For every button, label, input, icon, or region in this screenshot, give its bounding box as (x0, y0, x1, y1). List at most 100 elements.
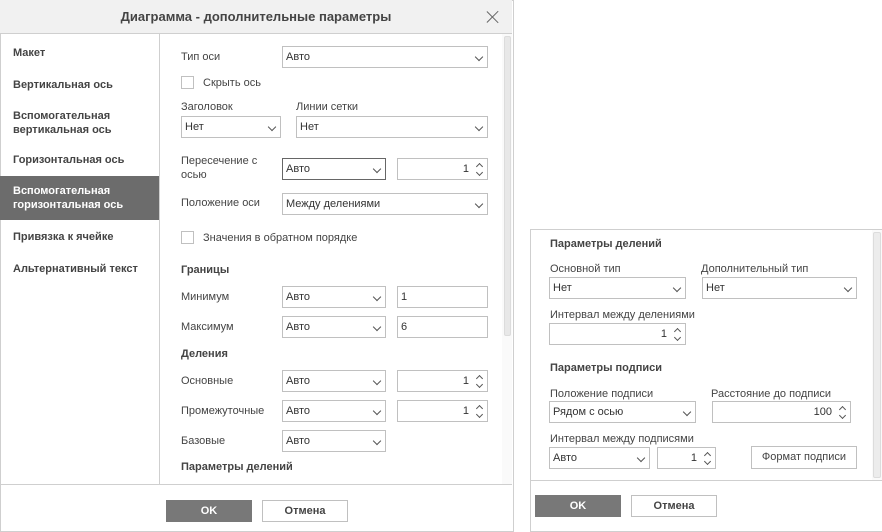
tick-params-heading: Параметры делений (181, 461, 293, 473)
base-unit-select[interactable]: Авто (282, 430, 386, 452)
minor-unit-label: Промежуточные (181, 405, 265, 417)
reverse-order-checkbox[interactable] (181, 231, 194, 244)
chevron-down-icon (474, 122, 484, 132)
scrollbar-thumb[interactable] (504, 36, 511, 336)
chevron-down-icon (372, 164, 382, 174)
chevron-down-icon (474, 52, 484, 62)
major-unit-select[interactable]: Авто (282, 370, 386, 392)
reverse-order-label: Значения в обратном порядке (203, 232, 358, 244)
minor-type-select[interactable]: Нет (702, 277, 857, 299)
axis-crosses-number[interactable]: 1 (397, 158, 488, 180)
label-distance-label: Расстояние до подписи (711, 388, 832, 400)
label-position-value: Рядом с осью (553, 406, 624, 418)
sidebar: Макет Вертикальная ось Вспомогательная в… (0, 34, 160, 484)
label-interval-select[interactable]: Авто (549, 447, 650, 469)
sidebar-item-horizontal-axis[interactable]: Горизонтальная ось (0, 146, 159, 174)
minor-type-value: Нет (706, 282, 725, 294)
chevron-down-icon[interactable] (474, 412, 484, 421)
minimum-select[interactable]: Авто (282, 286, 386, 308)
minor-unit-number[interactable]: 1 (397, 400, 488, 422)
major-unit-label: Основные (181, 375, 234, 387)
sidebar-item-alt-text[interactable]: Альтернативный текст (0, 254, 159, 284)
sidebar-item-cell-snapping[interactable]: Привязка к ячейке (0, 222, 159, 252)
label-position-select[interactable]: Рядом с осью (549, 401, 696, 423)
minimum-value: Авто (286, 291, 310, 303)
tick-interval-value: 1 (660, 328, 667, 340)
axis-crosses-select[interactable]: Авто (282, 158, 386, 180)
label-distance-number[interactable]: 100 (712, 401, 851, 423)
hide-axis-label: Скрыть ось (203, 77, 261, 89)
chevron-down-icon (372, 376, 382, 386)
major-type-value: Нет (553, 282, 572, 294)
major-type-label: Основной тип (550, 263, 621, 275)
close-icon[interactable] (484, 8, 502, 26)
chevron-down-icon (682, 407, 692, 417)
label-distance-value: 100 (813, 406, 832, 418)
dialog-footer: OK Отмена (0, 484, 512, 532)
label-interval-number[interactable]: 1 (657, 447, 716, 469)
axis-crosses-number-value: 1 (462, 163, 469, 175)
axis-type-value: Авто (286, 51, 310, 63)
axis-crosses-value: Авто (286, 163, 310, 175)
sidebar-item-layout[interactable]: Макет (0, 38, 159, 68)
axis-title-value: Нет (185, 121, 204, 133)
bounds-heading: Границы (181, 264, 230, 276)
base-unit-value: Авто (286, 435, 310, 447)
label-format-button[interactable]: Формат подписи (751, 446, 857, 469)
chevron-down-icon (267, 122, 277, 132)
chevron-down-icon (672, 283, 682, 293)
axis-position-label: Положение оси (181, 197, 260, 209)
chevron-down-icon (372, 406, 382, 416)
axis-crosses-label: Пересечение с осью (181, 155, 258, 181)
sidebar-item-secondary-vertical-axis[interactable]: Вспомогательная вертикальная ось (0, 106, 159, 140)
axis-type-select[interactable]: Авто (282, 46, 488, 68)
minor-type-label: Дополнительный тип (701, 263, 809, 275)
minimum-number[interactable]: 1 (397, 286, 488, 308)
sidebar-item-vertical-axis[interactable]: Вертикальная ось (0, 70, 159, 100)
axis-title-label: Заголовок (181, 101, 233, 113)
tick-params-heading-2: Параметры делений (550, 238, 662, 250)
axis-position-value: Между делениями (286, 198, 381, 210)
major-type-select[interactable]: Нет (549, 277, 686, 299)
chevron-down-icon[interactable] (474, 382, 484, 391)
axis-title-select[interactable]: Нет (181, 116, 281, 138)
ok-button-2[interactable]: OK (535, 495, 621, 517)
minor-unit-number-value: 1 (462, 405, 469, 417)
gridlines-label: Линии сетки (296, 101, 359, 113)
gridlines-select[interactable]: Нет (296, 116, 488, 138)
gridlines-value: Нет (300, 121, 319, 133)
scrollbar-thumb-2[interactable] (873, 232, 881, 478)
sidebar-item-secondary-horizontal-axis[interactable]: Вспомогательная горизонтальная ось (0, 176, 159, 220)
major-unit-value: Авто (286, 375, 310, 387)
tick-interval-number[interactable]: 1 (549, 323, 686, 345)
chevron-down-icon (372, 436, 382, 446)
maximum-value: Авто (286, 321, 310, 333)
maximum-number[interactable]: 6 (397, 316, 488, 338)
chevron-down-icon[interactable] (702, 459, 712, 468)
maximum-select[interactable]: Авто (282, 316, 386, 338)
ok-button[interactable]: OK (166, 500, 252, 522)
chevron-down-icon (843, 283, 853, 293)
dialog-title: Диаграмма - дополнительные параметры (120, 9, 392, 24)
chevron-down-icon (636, 453, 646, 463)
maximum-label: Максимум (181, 321, 234, 333)
settings-content: Тип оси Авто Скрыть ось Заголовок Линии … (161, 34, 501, 484)
chevron-down-icon[interactable] (837, 413, 847, 422)
chevron-down-icon (372, 292, 382, 302)
cancel-button-2[interactable]: Отмена (631, 495, 717, 517)
hide-axis-checkbox[interactable] (181, 76, 194, 89)
label-interval-number-value: 1 (690, 452, 697, 464)
minor-unit-select[interactable]: Авто (282, 400, 386, 422)
chevron-down-icon[interactable] (672, 335, 682, 344)
chevron-down-icon (372, 322, 382, 332)
major-unit-number-value: 1 (462, 375, 469, 387)
minor-unit-value: Авто (286, 405, 310, 417)
axis-position-select[interactable]: Между делениями (282, 193, 488, 215)
cancel-button[interactable]: Отмена (262, 500, 348, 522)
dialog-footer-2: OK Отмена (531, 480, 882, 532)
base-unit-label: Базовые (181, 435, 226, 447)
label-interval-label: Интервал между подписями (550, 433, 694, 445)
chevron-down-icon[interactable] (474, 170, 484, 179)
units-heading: Деления (181, 348, 228, 360)
major-unit-number[interactable]: 1 (397, 370, 488, 392)
